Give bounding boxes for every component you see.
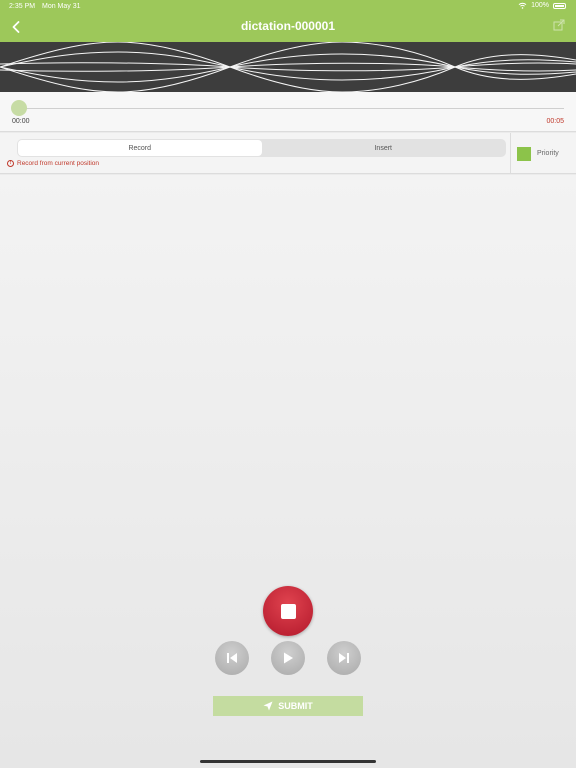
content-area <box>0 175 576 768</box>
priority-label: Priority <box>537 150 559 157</box>
playback-scrubber-track[interactable] <box>18 108 564 109</box>
status-date: Mon May 31 <box>42 3 81 10</box>
page-title: dictation-000001 <box>240 19 336 33</box>
status-time: 2:35 PM <box>9 3 36 10</box>
wifi-icon <box>518 2 527 9</box>
play-icon <box>284 652 293 664</box>
submit-label: SUBMIT <box>278 701 313 711</box>
top-bar: 2:35 PM Mon May 31 100% dictation-000001 <box>0 0 576 42</box>
waveform-graphic <box>0 42 576 92</box>
play-button[interactable] <box>271 641 305 675</box>
mode-hint: ! Record from current position <box>7 160 99 167</box>
mode-insert[interactable]: Insert <box>262 140 506 156</box>
skip-back-button[interactable] <box>215 641 249 675</box>
home-indicator <box>200 760 376 763</box>
skip-forward-icon <box>339 653 349 663</box>
waveform-display <box>0 42 576 92</box>
share-icon[interactable] <box>553 19 565 31</box>
submit-button[interactable]: SUBMIT <box>213 696 363 716</box>
mode-segmented-control: Record Insert <box>17 139 506 157</box>
scrubber-handle[interactable] <box>11 100 27 116</box>
priority-toggle[interactable]: Priority <box>510 133 576 174</box>
elapsed-time: 00:00 <box>12 118 30 125</box>
playback-timeline: 00:00 00:05 <box>0 92 576 132</box>
battery-percent: 100% <box>531 2 549 9</box>
priority-checkbox[interactable] <box>517 146 531 161</box>
mode-hint-text: Record from current position <box>17 160 100 167</box>
send-icon <box>263 701 273 711</box>
stop-icon <box>280 603 296 619</box>
stop-record-button[interactable] <box>263 586 313 636</box>
total-time: 00:05 <box>546 118 564 125</box>
skip-back-icon <box>227 653 237 663</box>
info-icon: ! <box>7 160 14 167</box>
mode-record[interactable]: Record <box>18 140 262 156</box>
status-indicators: 100% <box>518 2 566 9</box>
mode-controls: Record Insert ! Record from current posi… <box>0 133 576 174</box>
skip-forward-button[interactable] <box>327 641 361 675</box>
battery-icon <box>553 2 566 9</box>
